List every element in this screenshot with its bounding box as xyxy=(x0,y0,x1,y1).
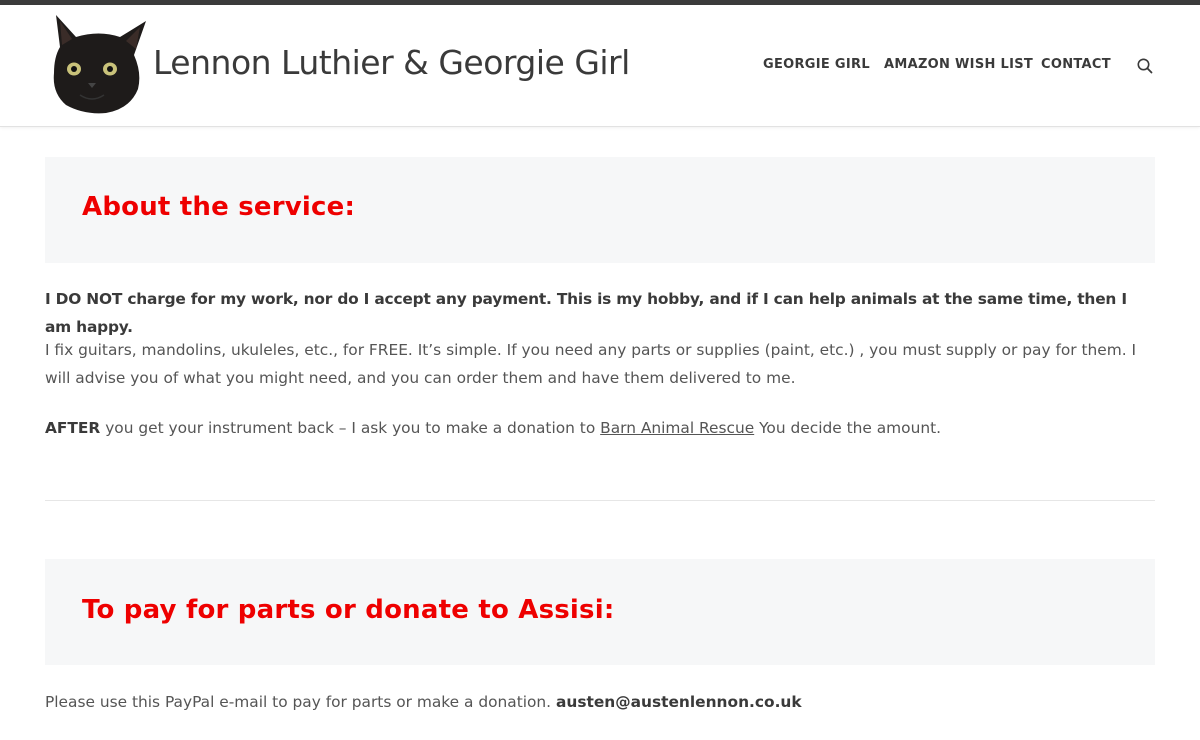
donation-text-after-link: You decide the amount. xyxy=(754,419,942,437)
nav-item-contact[interactable]: CONTACT xyxy=(1041,57,1111,72)
section-divider xyxy=(45,500,1155,501)
pay-donate-heading: To pay for parts or donate to Assisi: xyxy=(82,595,615,625)
paypal-email[interactable]: austen@austenlennon.co.uk xyxy=(556,693,802,711)
donation-text-before-link: you get your instrument back – I ask you… xyxy=(100,419,601,437)
paypal-paragraph: Please use this PayPal e-mail to pay for… xyxy=(45,688,1157,716)
nav-item-amazon-wish-list[interactable]: AMAZON WISH LIST xyxy=(884,57,1033,72)
black-cat-logo-icon[interactable] xyxy=(50,13,148,115)
paypal-instruction-text: Please use this PayPal e-mail to pay for… xyxy=(45,693,556,711)
site-header: Lennon Luthier & Georgie Girl GEORGIE GI… xyxy=(0,5,1200,127)
nav-item-georgie-girl[interactable]: GEORGIE GIRL xyxy=(763,57,870,72)
pay-donate-heading-panel: To pay for parts or donate to Assisi: xyxy=(45,559,1155,665)
repair-info-paragraph: I fix guitars, mandolins, ukuleles, etc.… xyxy=(45,341,1137,387)
about-service-heading-panel: About the service: xyxy=(45,157,1155,263)
no-charge-paragraph: I DO NOT charge for my work, nor do I ac… xyxy=(45,290,1127,336)
donation-info-paragraph: AFTER you get your instrument back – I a… xyxy=(45,414,1157,442)
site-title[interactable]: Lennon Luthier & Georgie Girl xyxy=(153,43,630,82)
search-icon[interactable] xyxy=(1136,57,1154,75)
after-emphasis: AFTER xyxy=(45,419,101,437)
barn-animal-rescue-link[interactable]: Barn Animal Rescue xyxy=(600,419,754,437)
about-service-heading: About the service: xyxy=(82,192,356,222)
